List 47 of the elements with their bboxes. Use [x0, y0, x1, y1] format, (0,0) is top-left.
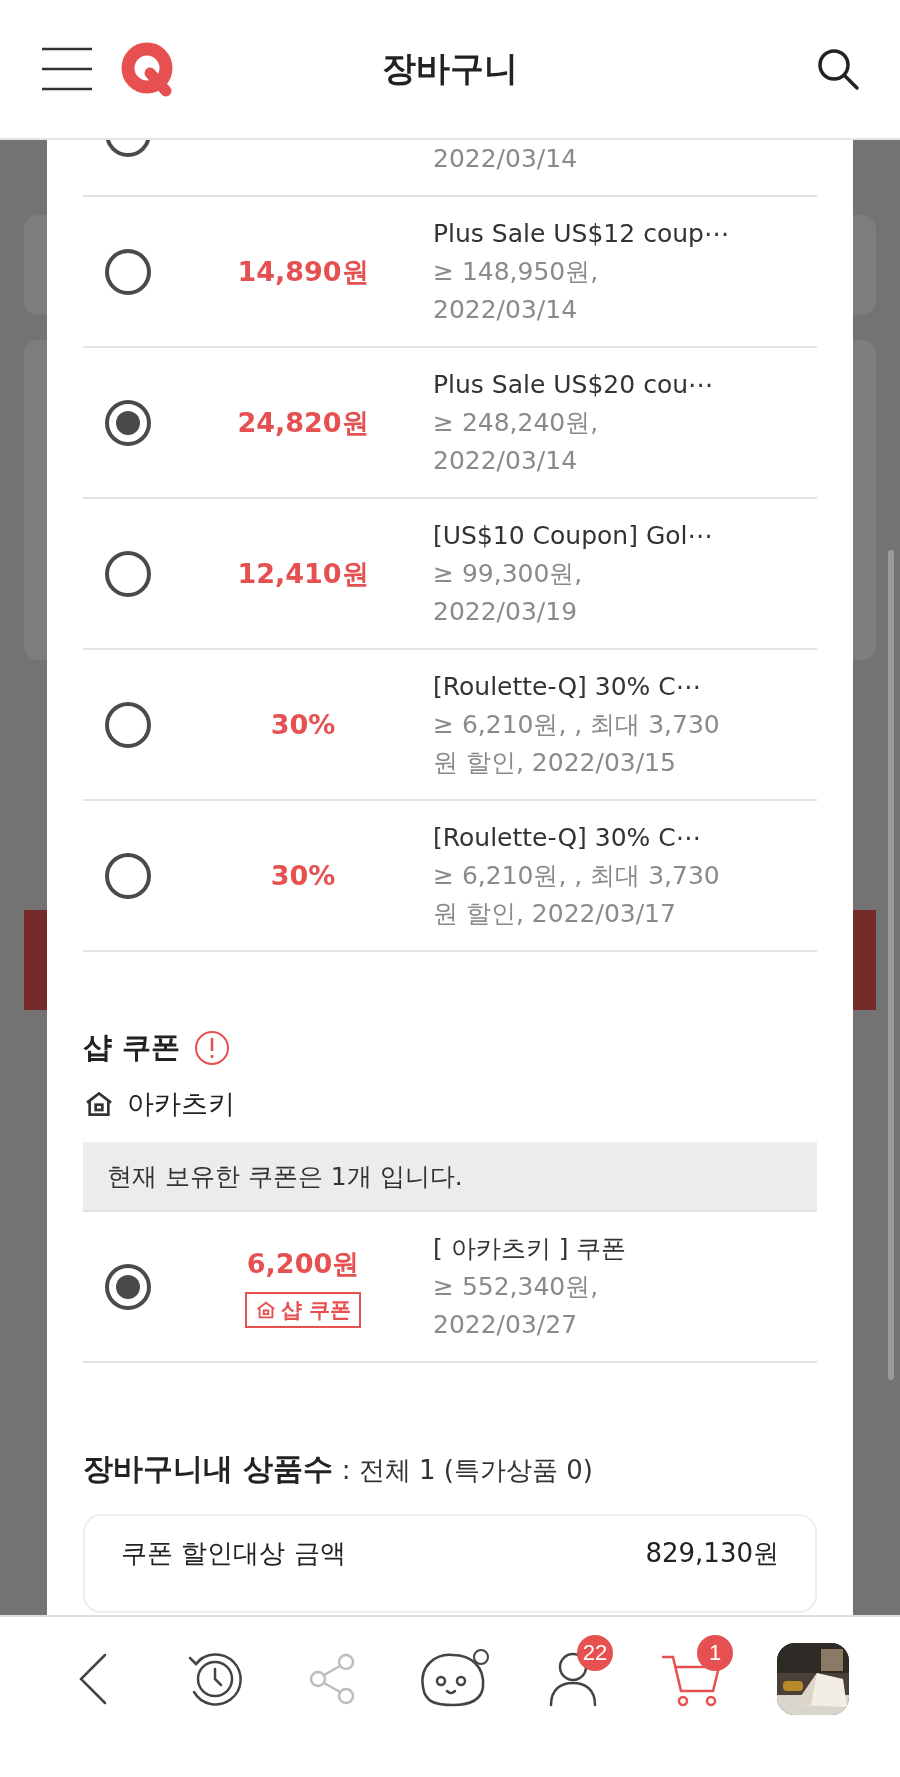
search-icon [816, 47, 860, 91]
radio-button[interactable] [105, 701, 151, 748]
scrollbar[interactable] [888, 550, 894, 1380]
coupon-detail: 원 할인, 2022/03/15 [433, 746, 677, 779]
coupon-detail: 원 할인, 2022/03/17 [433, 897, 677, 930]
coupon-detail: 2022/03/14 [433, 143, 579, 175]
coupon-name: [Roulette-Q] 30% C⋯ [433, 821, 702, 854]
coupon-detail: 2022/03/19 [433, 595, 579, 628]
summary-label: 쿠폰 할인대상 금액 [121, 1537, 346, 1570]
section-title: 샵 쿠폰 [83, 1029, 181, 1066]
shop-name: 아카츠키 [127, 1087, 235, 1121]
summary-heading: 장바구니내 상품수 : 전체 1 (특가상품 0) [83, 1450, 594, 1488]
coupon-amount: 12,410원 [237, 556, 369, 591]
coupon-detail: 2022/03/14 [433, 444, 579, 477]
count-badge: 22 [577, 1635, 613, 1671]
coupon-detail: ≥ 552,340원, [433, 1270, 600, 1303]
coupon-detail: 2022/03/14 [433, 293, 579, 326]
info-icon[interactable] [194, 1030, 231, 1066]
coupon-detail: ≥ 99,300원, [433, 557, 584, 590]
coupon-amount: 30% [270, 860, 336, 891]
coupon-amount: 24,820원 [237, 405, 369, 440]
coupon-detail: ≥ 6,210원, , 최대 3,730 [433, 859, 721, 892]
coupon-amount: 30% [270, 709, 336, 740]
tag-text: 샵 쿠폰 [280, 1296, 352, 1324]
search-button[interactable] [816, 47, 860, 91]
radio-button[interactable] [105, 1263, 151, 1310]
coupon-detail: 2022/03/27 [433, 1308, 579, 1341]
coupon-name: Plus Sale US$12 coup⋯ [433, 217, 730, 250]
coupon-name: [US$10 Coupon] Gol⋯ [433, 519, 714, 552]
radio-button[interactable] [105, 550, 151, 597]
page-title: 장바구니 [381, 47, 519, 90]
menu-button[interactable] [42, 47, 92, 91]
coupon-count-notice: 현재 보유한 쿠폰은 1개 입니다. [83, 1142, 817, 1212]
coupon-name: Plus Sale US$20 cou⋯ [433, 368, 715, 401]
radio-button[interactable] [105, 248, 151, 295]
count-badge: 1 [697, 1635, 733, 1671]
menu-icon [42, 47, 92, 91]
coupon-amount: 14,890원 [237, 254, 369, 289]
coupon-name: [Roulette-Q] 30% C⋯ [433, 670, 702, 703]
coupon-name: [ 아카츠키 ] 쿠폰 [433, 1232, 628, 1265]
coupon-detail: ≥ 6,210원, , 최대 3,730 [433, 708, 721, 741]
coupon-detail: ≥ 248,240원, [433, 406, 600, 439]
radio-button[interactable] [105, 852, 151, 899]
radio-button[interactable] [105, 399, 151, 446]
coupon-detail: ≥ 148,950원, [433, 255, 600, 288]
coupon-amount: 6,200원 [246, 1246, 360, 1281]
summary-value: 829,130원 [645, 1537, 779, 1570]
